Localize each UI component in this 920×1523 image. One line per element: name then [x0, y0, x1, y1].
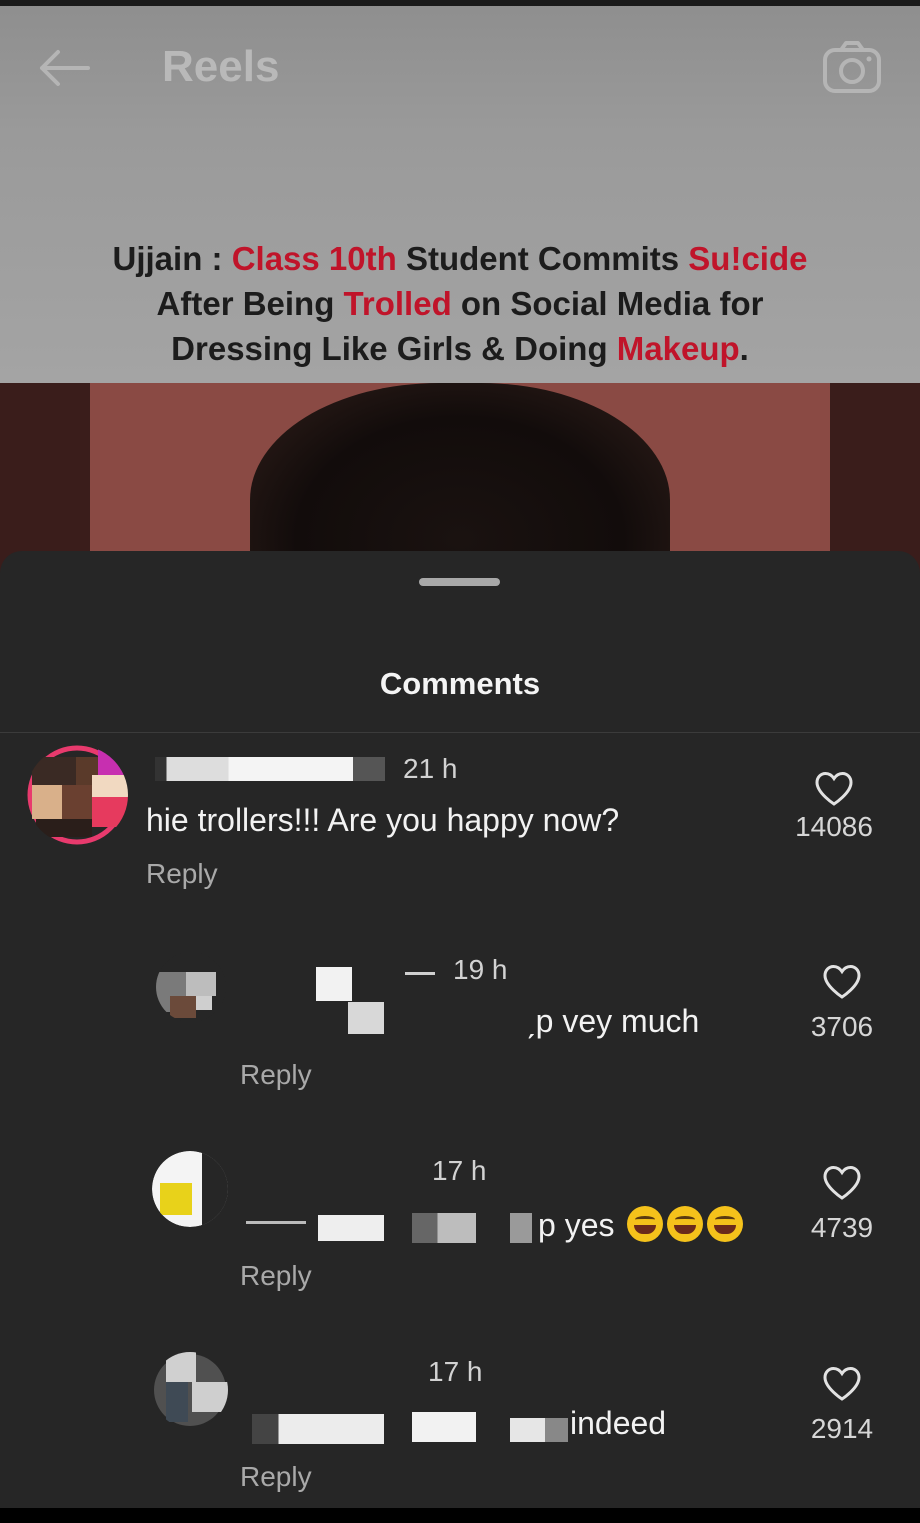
- headline-segment: Class 10th: [231, 240, 397, 277]
- divider: [0, 732, 920, 733]
- headline-segment: Dressing Like Girls & Doing: [171, 330, 617, 367]
- headline-segment: Su!cide: [688, 240, 808, 277]
- like-count: 2914: [810, 1413, 874, 1444]
- page-title: Reels: [162, 42, 280, 91]
- blurred-username: [510, 1213, 532, 1243]
- reply-button[interactable]: Reply: [146, 858, 218, 890]
- reel-header-area: Reels Ujjain : Class 10th Student Commit…: [0, 0, 920, 383]
- reply-button[interactable]: Reply: [240, 1461, 312, 1493]
- like-count: 3706: [810, 1011, 874, 1042]
- comment-text: indeed: [570, 1405, 667, 1441]
- avatar-image: [152, 1151, 228, 1227]
- heart-icon[interactable]: [814, 771, 854, 807]
- avatar-image: [27, 745, 128, 845]
- blurred-username: [510, 1418, 568, 1442]
- blurred-username: [412, 1213, 476, 1243]
- headline-line-1: Ujjain : Class 10th Student Commits Su!c…: [40, 236, 880, 281]
- laughing-emoji-icon: [627, 1206, 664, 1242]
- avatar[interactable]: [156, 952, 226, 1022]
- avatar-image: [156, 952, 226, 1022]
- reply-button[interactable]: Reply: [240, 1260, 312, 1292]
- comment-time: 21 h: [403, 753, 458, 784]
- comment-time: 17 h: [428, 1356, 483, 1387]
- blurred-username: [405, 972, 435, 975]
- headline-segment: Trolled: [343, 285, 452, 322]
- comment-time: 17 h: [432, 1155, 487, 1186]
- blurred-username: [155, 757, 385, 781]
- headline-segment: After Being: [156, 285, 344, 322]
- heart-icon[interactable]: [822, 1366, 862, 1402]
- headline-segment: on Social Media for: [451, 285, 764, 322]
- heart-icon[interactable]: [822, 1165, 862, 1201]
- status-strip: [0, 0, 920, 6]
- comment-text-body: p yes: [538, 1207, 615, 1243]
- headline-line-3: Dressing Like Girls & Doing Makeup.: [40, 326, 880, 371]
- avatar-image: [152, 1352, 228, 1428]
- blurred-username: [348, 1002, 384, 1034]
- comment-text: ˏp vey much: [525, 1003, 700, 1039]
- laughing-emoji-icon: [667, 1206, 704, 1242]
- camera-icon[interactable]: [822, 40, 882, 94]
- arrow-left-icon[interactable]: [36, 48, 90, 88]
- like-count: 4739: [810, 1212, 874, 1243]
- reel-headline: Ujjain : Class 10th Student Commits Su!c…: [40, 236, 880, 371]
- blurred-username: [412, 1412, 476, 1442]
- like-count: 14086: [795, 811, 873, 842]
- comments-sheet: Comments 21 h hie trollers!!! Are you ha…: [0, 551, 920, 1508]
- comments-title: Comments: [379, 666, 541, 701]
- avatar[interactable]: [152, 1352, 228, 1428]
- bottom-edge: [0, 1508, 920, 1523]
- blurred-username: [252, 1414, 384, 1444]
- heart-icon[interactable]: [822, 964, 862, 1000]
- comment-text: hie trollers!!! Are you happy now?: [146, 802, 620, 838]
- blurred-username: [318, 1215, 384, 1241]
- headline-line-2: After Being Trolled on Social Media for: [40, 281, 880, 326]
- comment-time: 19 h: [453, 954, 508, 985]
- comment-text: p yes: [538, 1206, 744, 1244]
- avatar[interactable]: [26, 745, 128, 845]
- avatar[interactable]: [152, 1151, 228, 1227]
- headline-segment: Student Commits: [396, 240, 689, 277]
- reply-button[interactable]: Reply: [240, 1059, 312, 1091]
- headline-segment: .: [739, 330, 749, 367]
- drag-handle[interactable]: [419, 578, 500, 586]
- laughing-emoji-icon: [707, 1206, 744, 1242]
- blurred-username: [316, 967, 352, 1001]
- headline-segment: Ujjain :: [112, 240, 232, 277]
- blurred-username: [246, 1221, 306, 1224]
- headline-segment: Makeup: [616, 330, 740, 367]
